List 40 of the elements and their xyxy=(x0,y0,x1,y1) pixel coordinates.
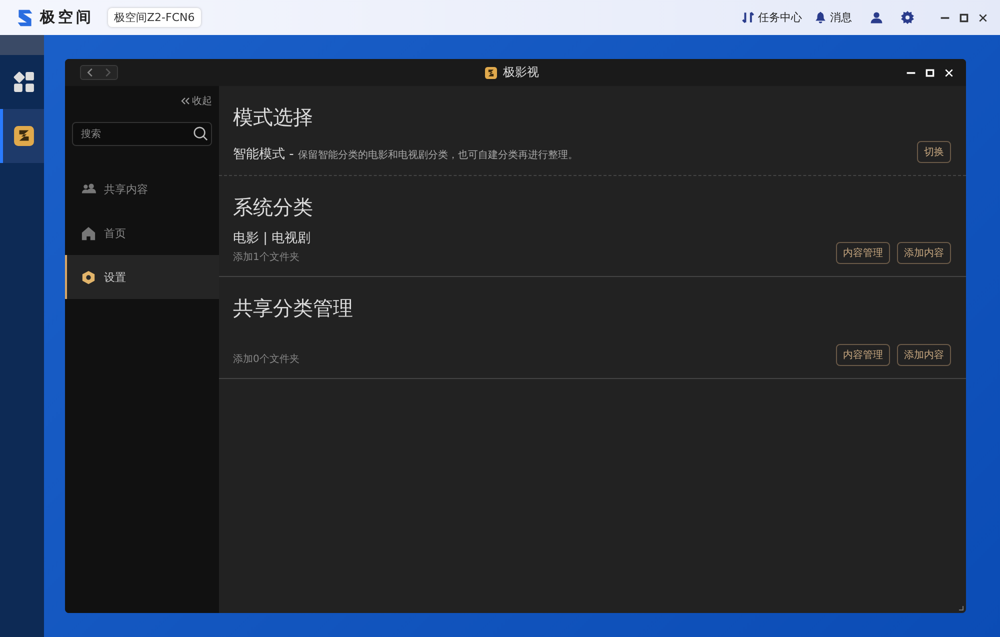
app-icon xyxy=(12,125,34,147)
user-icon[interactable] xyxy=(870,11,883,24)
dock-item[interactable] xyxy=(0,109,44,163)
bell-button[interactable]: 消息 xyxy=(814,10,852,25)
home-icon xyxy=(81,226,96,240)
outline-button[interactable]: 添加内容 xyxy=(897,242,951,264)
category-names: 电影 | 电视剧 xyxy=(233,230,311,247)
outline-button[interactable]: 添加内容 xyxy=(897,344,951,366)
hexagon-nut-icon xyxy=(81,270,96,284)
sidebar-item[interactable]: 首页 xyxy=(65,211,219,255)
search-icon[interactable] xyxy=(193,126,208,141)
sidebar-item[interactable]: 共享内容 xyxy=(65,167,219,211)
outline-button[interactable]: 内容管理 xyxy=(836,344,890,366)
transfer-button[interactable]: 任务中心 xyxy=(742,10,802,25)
outline-button[interactable]: 内容管理 xyxy=(836,242,890,264)
outline-button[interactable]: 切换 xyxy=(917,141,951,163)
window-title: 极影视 xyxy=(503,64,539,81)
close-icon[interactable] xyxy=(978,12,988,22)
transfer-icon xyxy=(742,11,755,24)
mode-name: 智能模式 - xyxy=(233,147,294,162)
mode-description: 保留智能分类的电影和电视剧分类，也可自建分类再进行整理。 xyxy=(298,150,578,161)
section-title: 共享分类管理 xyxy=(233,295,354,322)
apps-icon xyxy=(12,71,34,93)
sidebar-item[interactable]: 设置 xyxy=(65,255,219,299)
section-title: 系统分类 xyxy=(233,194,314,221)
settings-icon[interactable] xyxy=(901,11,914,24)
folder-count: 添加1个文件夹 xyxy=(233,250,300,264)
collapse-button[interactable]: 收起 xyxy=(180,94,212,108)
double-chevron-icon xyxy=(180,96,190,106)
section-title: 模式选择 xyxy=(233,104,314,131)
people-icon xyxy=(81,182,96,196)
device-dropdown[interactable]: 极空间Z2-FCN6 xyxy=(108,8,201,27)
folder-count: 添加0个文件夹 xyxy=(233,352,300,366)
bell-icon xyxy=(814,11,827,24)
app-icon xyxy=(485,66,497,78)
resize-grip-icon[interactable] xyxy=(958,605,964,611)
maximize-icon[interactable] xyxy=(959,12,969,22)
dock-header xyxy=(0,35,44,55)
search-field[interactable]: 搜索 xyxy=(72,122,212,146)
brand-name: 极空间 xyxy=(40,8,94,27)
